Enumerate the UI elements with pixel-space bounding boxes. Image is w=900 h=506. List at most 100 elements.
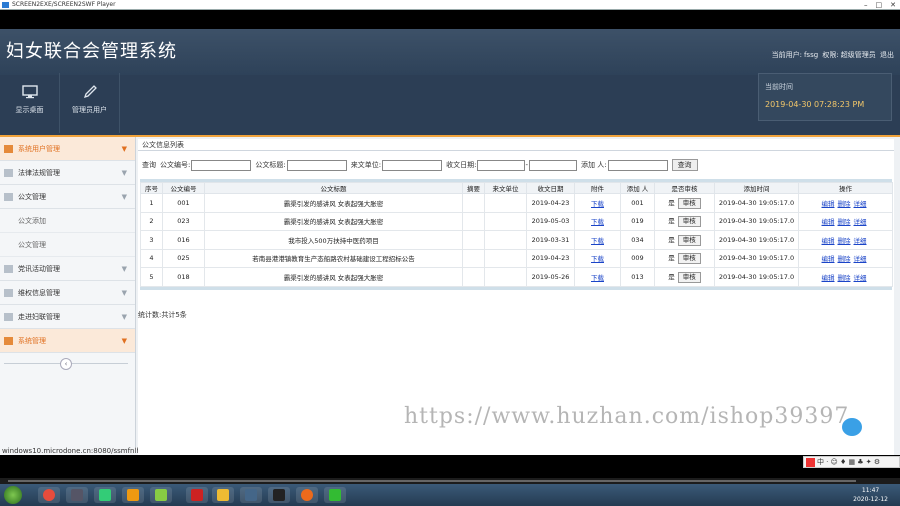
col-title: 公文标题	[204, 182, 463, 194]
taskbar-app-icon[interactable]	[268, 487, 290, 503]
sidebar-item-system-users[interactable]: 系统用户管理 ▼	[0, 137, 135, 161]
current-user: fssg	[803, 51, 819, 59]
taskbar-app-icon[interactable]	[150, 487, 172, 503]
taskbar-app-icon[interactable]	[94, 487, 116, 503]
sidebar-item-system-management[interactable]: 系统管理 ▼	[0, 329, 135, 353]
detail-link[interactable]: 详细	[854, 255, 867, 263]
cell-code: 001	[162, 193, 205, 213]
edit-link[interactable]: 编辑	[822, 274, 835, 282]
edit-link[interactable]: 编辑	[822, 255, 835, 263]
taskbar-chrome-icon[interactable]	[38, 487, 60, 503]
col-code: 公文编号	[162, 182, 205, 194]
detail-link[interactable]: 详细	[854, 200, 867, 208]
download-link[interactable]: 下载	[574, 267, 621, 287]
search-button[interactable]: 查询	[671, 159, 698, 171]
query-label: 查询	[142, 161, 156, 169]
panel-title: 公文信息列表	[138, 139, 894, 151]
taskbar-app-icon[interactable]	[122, 487, 144, 503]
review-button[interactable]: 审核	[677, 216, 701, 228]
detail-link[interactable]: 详细	[854, 237, 867, 245]
maximize-icon[interactable]: □	[876, 1, 883, 9]
total-count: 统计数:共计5条	[138, 311, 187, 319]
ime-toolbar[interactable]: 中ㆍ☺ ♦ ▦ ♣ ✦ ⚙	[803, 456, 900, 468]
table-row: 3 016 我市投入500万扶持中医药项目 2019-03-31 下载 034 是审核 201…	[140, 230, 893, 250]
start-button[interactable]	[4, 486, 22, 504]
admin-user-button[interactable]: 管理员用户	[60, 73, 120, 133]
sidebar: 系统用户管理 ▼ 法律法规管理 ▼ 公文管理 ▼ 公文添加 公文管理 党讯活动管…	[0, 137, 254, 455]
delete-link[interactable]: 删除	[838, 218, 851, 226]
date-to-input[interactable]	[528, 159, 577, 171]
close-icon[interactable]: ✕	[890, 1, 896, 9]
review-button[interactable]: 审核	[677, 234, 701, 246]
app-icon	[2, 2, 9, 8]
minimize-icon[interactable]: –	[864, 1, 868, 9]
download-link[interactable]: 下载	[574, 211, 621, 231]
detail-link[interactable]: 详细	[854, 218, 867, 226]
folder-icon	[4, 193, 13, 201]
review-button[interactable]: 审核	[677, 253, 701, 265]
download-link[interactable]: 下载	[574, 230, 621, 250]
cell-date: 2019-04-23	[526, 248, 575, 268]
user-info: 当前用户: fssg 权限: 超级管理员 退出	[771, 51, 894, 59]
edit-link[interactable]: 编辑	[822, 237, 835, 245]
detail-link[interactable]: 详细	[854, 274, 867, 282]
sidebar-subitem-add-document[interactable]: 公文添加	[0, 209, 135, 233]
gear-icon	[4, 337, 13, 345]
cell-date: 2019-05-03	[526, 211, 575, 231]
edit-link[interactable]: 编辑	[822, 218, 835, 226]
cell-no: 4	[140, 248, 163, 268]
taskbar-folder-icon[interactable]	[212, 487, 234, 503]
source-unit-input[interactable]	[382, 159, 443, 171]
taskbar-app-icon[interactable]	[324, 487, 346, 503]
cell-actions: 编辑 删除 详细	[798, 267, 893, 287]
download-link[interactable]: 下载	[574, 248, 621, 268]
chevron-down-icon: ▼	[121, 193, 127, 201]
sidebar-subitem-manage-documents[interactable]: 公文管理	[0, 233, 135, 257]
cell-no: 2	[140, 211, 163, 231]
cell-added-time: 2019-04-30 19:05:17.0	[714, 193, 799, 213]
player-screen: 妇女联合会管理系统 当前用户: fssg 权限: 超级管理员 退出 显示桌面 管理员…	[0, 11, 900, 455]
cell-approved: 是审核	[654, 193, 715, 213]
delete-link[interactable]: 删除	[838, 274, 851, 282]
list-icon	[4, 169, 13, 177]
delete-link[interactable]: 删除	[838, 200, 851, 208]
col-actions: 操作	[798, 182, 893, 194]
date-from-input[interactable]	[477, 159, 526, 171]
cell-code: 016	[162, 230, 205, 250]
cell-unit	[484, 267, 527, 287]
cell-code: 023	[162, 211, 205, 231]
cell-added-time: 2019-04-30 19:05:17.0	[714, 267, 799, 287]
watermark-text: https://www.huzhan.com/ishop39397	[404, 404, 850, 429]
col-attachment: 附件	[574, 182, 621, 194]
taskbar-app-icon[interactable]	[240, 487, 262, 503]
taskbar-app-icon[interactable]	[66, 487, 88, 503]
cell-date: 2019-05-26	[526, 267, 575, 287]
sidebar-item-laws[interactable]: 法律法规管理 ▼	[0, 161, 135, 185]
doc-code-input[interactable]	[191, 159, 252, 171]
clock[interactable]: 11:47 2020-12-12	[853, 486, 888, 504]
table-row: 4 025 若南县港港镇教育生产态船路农村基础建设工程招标公告 2019-04-23 下…	[140, 248, 893, 268]
col-date: 收文日期	[526, 182, 575, 194]
watermark-badge-icon	[842, 418, 862, 436]
review-button[interactable]: 审核	[677, 271, 701, 283]
download-link[interactable]: 下载	[574, 193, 621, 213]
cell-title: 我市投入500万扶持中医药项目	[204, 230, 463, 250]
doc-title-input[interactable]	[286, 159, 347, 171]
logout-link[interactable]: 退出	[880, 51, 894, 59]
sidebar-item-party-activities[interactable]: 党讯活动管理 ▼	[0, 257, 135, 281]
collapse-sidebar-button[interactable]: ‹	[60, 358, 72, 370]
cell-adder: 019	[620, 211, 655, 231]
sidebar-item-documents[interactable]: 公文管理 ▼	[0, 185, 135, 209]
monitor-icon	[21, 85, 38, 99]
sidebar-item-rights-info[interactable]: 维权信息管理 ▼	[0, 281, 135, 305]
adder-input[interactable]	[607, 159, 668, 171]
show-desktop-button[interactable]: 显示桌面	[0, 73, 60, 133]
delete-link[interactable]: 删除	[838, 255, 851, 263]
review-button[interactable]: 审核	[677, 197, 701, 209]
edit-link[interactable]: 编辑	[822, 200, 835, 208]
sidebar-item-about-federation[interactable]: 走进妇联管理 ▼	[0, 305, 135, 329]
taskbar-app-icon[interactable]	[296, 487, 318, 503]
delete-link[interactable]: 删除	[838, 237, 851, 245]
taskbar-flash-icon[interactable]	[186, 487, 208, 503]
pencil-icon	[83, 85, 97, 99]
